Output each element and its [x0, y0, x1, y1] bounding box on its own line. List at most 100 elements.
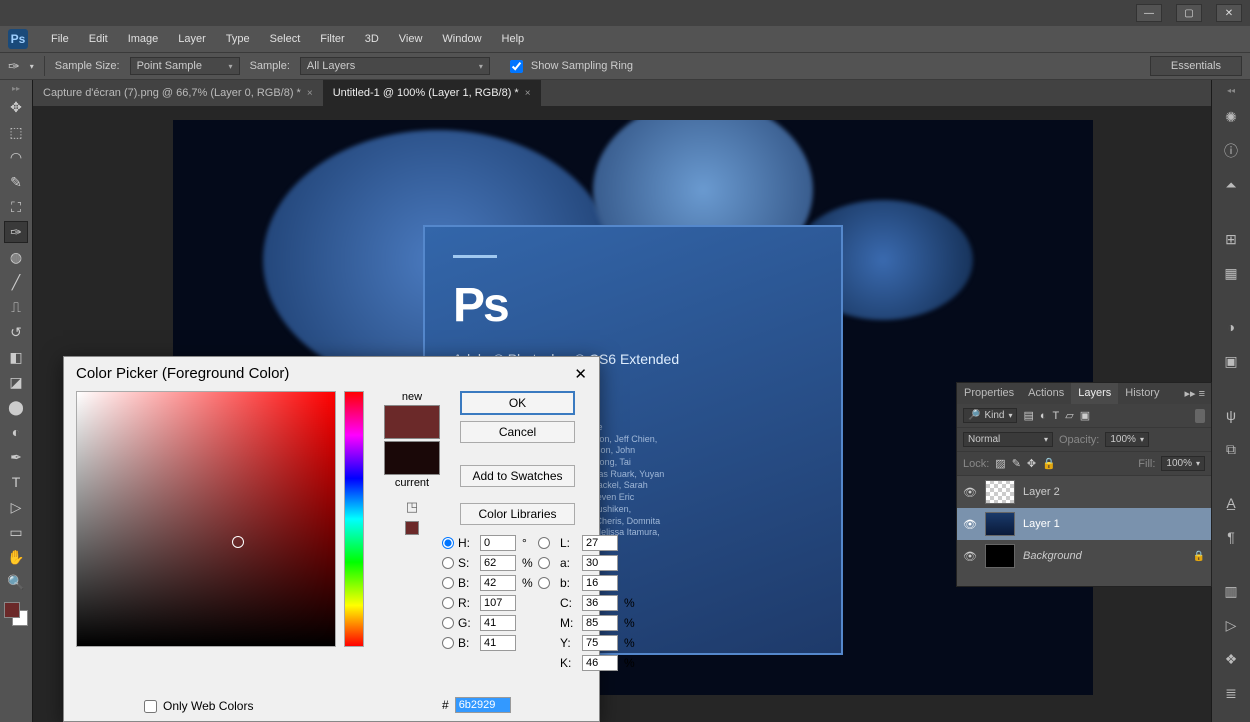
cube-icon[interactable]: ◳: [406, 499, 418, 515]
b3-radio[interactable]: [442, 637, 454, 649]
panel-menu-icon[interactable]: ▸▸ ≡: [1178, 383, 1211, 404]
menu-edit[interactable]: Edit: [80, 29, 117, 49]
menu-file[interactable]: File: [42, 29, 78, 49]
minimize-button[interactable]: ―: [1136, 4, 1162, 22]
menu-view[interactable]: View: [390, 29, 432, 49]
cancel-button[interactable]: Cancel: [460, 421, 575, 443]
lasso-tool[interactable]: ◠: [4, 146, 28, 168]
lock-all-icon[interactable]: 🔒: [1042, 457, 1056, 470]
menu-type[interactable]: Type: [217, 29, 259, 49]
healing-tool[interactable]: ◍: [4, 246, 28, 268]
document-tab-0[interactable]: Capture d'écran (7).png @ 66,7% (Layer 0…: [33, 80, 323, 106]
gradient-tool[interactable]: ◪: [4, 371, 28, 393]
add-to-swatches-button[interactable]: Add to Swatches: [460, 465, 575, 487]
hue-radio[interactable]: [442, 537, 454, 549]
l-input[interactable]: [582, 535, 618, 551]
info-panel-icon[interactable]: ⓘ: [1219, 139, 1243, 163]
pen-tool[interactable]: ✒: [4, 446, 28, 468]
s-input[interactable]: [480, 555, 516, 571]
tab-layers[interactable]: Layers: [1071, 383, 1118, 404]
b2-radio[interactable]: [538, 577, 550, 589]
masks-panel-icon[interactable]: ▣: [1219, 349, 1243, 373]
sample-size-select[interactable]: Point Sample▾: [130, 57, 240, 75]
tab-actions[interactable]: Actions: [1021, 383, 1071, 404]
tab-history[interactable]: History: [1118, 383, 1166, 404]
layer-row[interactable]: 👁 Layer 1: [957, 508, 1211, 540]
filter-toggle[interactable]: [1195, 409, 1205, 423]
character-panel-icon[interactable]: A̲: [1219, 491, 1243, 515]
a-radio[interactable]: [538, 557, 550, 569]
histogram-panel-icon[interactable]: ⏶: [1219, 173, 1243, 197]
navigator-panel-icon[interactable]: ▥: [1219, 579, 1243, 603]
channels-panel-icon[interactable]: ≣: [1219, 681, 1243, 705]
eraser-tool[interactable]: ◧: [4, 346, 28, 368]
layer-row[interactable]: 👁 Layer 2: [957, 476, 1211, 508]
hand-tool[interactable]: ✋: [4, 546, 28, 568]
menu-filter[interactable]: Filter: [311, 29, 353, 49]
c-input[interactable]: [582, 595, 618, 611]
adjustments-panel-icon[interactable]: ◑: [1219, 315, 1243, 339]
history-brush-tool[interactable]: ↺: [4, 321, 28, 343]
visibility-icon[interactable]: 👁: [963, 550, 977, 563]
hex-input[interactable]: [455, 697, 511, 713]
layer-name[interactable]: Layer 2: [1023, 486, 1060, 498]
hue-slider[interactable]: [344, 391, 364, 647]
menu-layer[interactable]: Layer: [169, 29, 215, 49]
workspace-switcher[interactable]: Essentials: [1150, 56, 1242, 76]
lock-position-icon[interactable]: ✥: [1027, 457, 1036, 470]
blur-tool[interactable]: ⬤: [4, 396, 28, 418]
close-button[interactable]: ✕: [1216, 4, 1242, 22]
layer-name[interactable]: Layer 1: [1023, 518, 1060, 530]
r-radio[interactable]: [442, 597, 454, 609]
brush-tool[interactable]: ╱: [4, 271, 28, 293]
blend-mode-select[interactable]: Normal▾: [963, 432, 1053, 447]
g-input[interactable]: [480, 615, 516, 631]
a-input[interactable]: [582, 555, 618, 571]
brush-panel-icon[interactable]: ψ: [1219, 403, 1243, 427]
move-tool[interactable]: ✥: [4, 96, 28, 118]
blue-input[interactable]: [480, 635, 516, 651]
color-swatches[interactable]: [4, 602, 28, 626]
show-sampling-ring[interactable]: Show Sampling Ring: [510, 60, 633, 73]
layer-name[interactable]: Background: [1023, 550, 1082, 562]
filter-smart-icon[interactable]: ▣: [1080, 409, 1090, 422]
path-select-tool[interactable]: ▷: [4, 496, 28, 518]
ok-button[interactable]: OK: [460, 391, 575, 415]
quick-select-tool[interactable]: ✎: [4, 171, 28, 193]
lock-paint-icon[interactable]: ✎: [1012, 457, 1021, 470]
shape-tool[interactable]: ▭: [4, 521, 28, 543]
close-icon[interactable]: ×: [307, 88, 313, 99]
swatches-panel-icon[interactable]: ⊞: [1219, 227, 1243, 251]
maximize-button[interactable]: ▢: [1176, 4, 1202, 22]
k-input[interactable]: [582, 655, 618, 671]
show-sampling-ring-checkbox[interactable]: [510, 60, 523, 73]
b-radio[interactable]: [442, 577, 454, 589]
type-tool[interactable]: T: [4, 471, 28, 493]
filter-pixel-icon[interactable]: ▤: [1023, 409, 1033, 422]
layer-row[interactable]: 👁 Background 🔒: [957, 540, 1211, 572]
bval-input[interactable]: [480, 575, 516, 591]
close-icon[interactable]: ✕: [574, 365, 587, 383]
opacity-input[interactable]: 100%▾: [1105, 432, 1149, 447]
l-radio[interactable]: [538, 537, 550, 549]
styles-panel-icon[interactable]: ▦: [1219, 261, 1243, 285]
g-radio[interactable]: [442, 617, 454, 629]
filter-type-icon[interactable]: T: [1053, 410, 1060, 422]
r-input[interactable]: [480, 595, 516, 611]
visibility-icon[interactable]: 👁: [963, 486, 977, 499]
nearest-web-swatch[interactable]: [405, 521, 419, 535]
b2-input[interactable]: [582, 575, 618, 591]
y-input[interactable]: [582, 635, 618, 651]
visibility-icon[interactable]: 👁: [963, 518, 977, 531]
menu-image[interactable]: Image: [119, 29, 168, 49]
sample-select[interactable]: All Layers▾: [300, 57, 490, 75]
color-field[interactable]: [76, 391, 336, 647]
dodge-tool[interactable]: ◐: [4, 421, 28, 443]
only-web-colors-checkbox[interactable]: [144, 700, 157, 713]
filter-shape-icon[interactable]: ▱: [1065, 409, 1073, 422]
clone-panel-icon[interactable]: ⧉: [1219, 437, 1243, 461]
menu-window[interactable]: Window: [433, 29, 490, 49]
menu-help[interactable]: Help: [493, 29, 534, 49]
tool-preset-caret[interactable]: ▾: [30, 62, 34, 71]
fill-input[interactable]: 100%▾: [1161, 456, 1205, 471]
